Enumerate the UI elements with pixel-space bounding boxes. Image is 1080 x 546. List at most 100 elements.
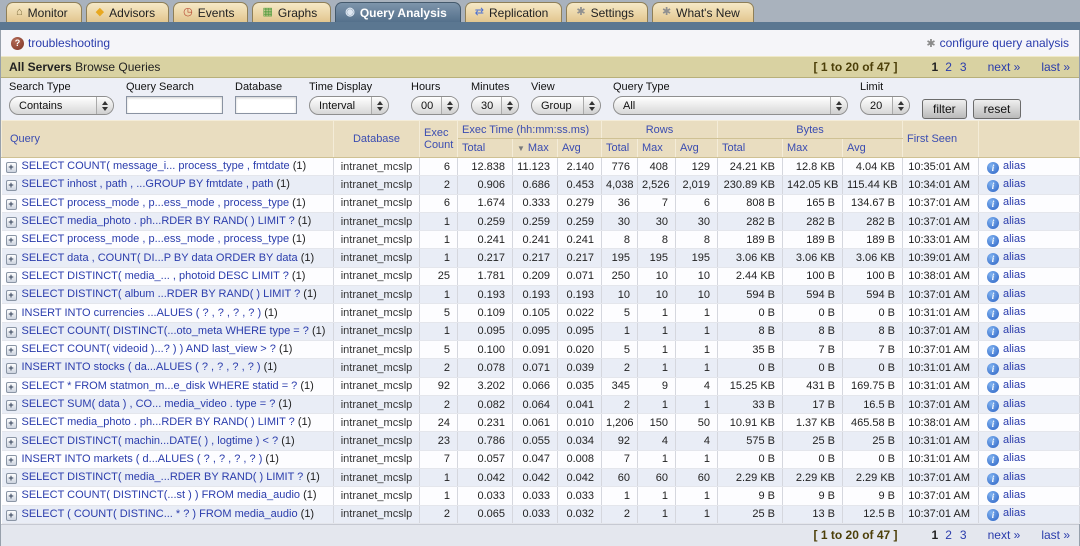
minutes-select[interactable]: 30 (471, 96, 519, 115)
view-select[interactable]: Group (531, 96, 601, 115)
alias-link[interactable]: alias (1003, 398, 1026, 410)
query-link[interactable]: SELECT media_photo . ph...RDER BY RAND( … (22, 215, 295, 227)
query-link[interactable]: SELECT process_mode , p...ess_mode , pro… (22, 197, 290, 209)
troubleshooting-link[interactable]: troubleshooting (28, 36, 110, 50)
tab-advisors[interactable]: ◆Advisors (86, 2, 169, 22)
alias-link[interactable]: alias (1003, 452, 1026, 464)
query-link[interactable]: SELECT media_photo . ph...RDER BY RAND( … (22, 416, 295, 428)
expand-query-button[interactable]: + (6, 510, 17, 521)
query-link[interactable]: SELECT data , COUNT( DI...P BY data ORDE… (22, 252, 298, 264)
expand-query-button[interactable]: + (6, 327, 17, 338)
alias-link[interactable]: alias (1003, 471, 1026, 483)
query-search-input[interactable] (126, 96, 223, 114)
query-link[interactable]: SELECT DISTINCT( machin...DATE( ) , logt… (22, 435, 279, 447)
tab-query-analysis[interactable]: ◉Query Analysis (335, 2, 461, 22)
query-link[interactable]: SELECT * FROM statmon_m...e_disk WHERE s… (22, 380, 298, 392)
alias-link[interactable]: alias (1003, 416, 1026, 428)
query-link[interactable]: INSERT INTO currencies ...ALUES ( ? , ? … (22, 307, 262, 319)
query-type-select[interactable]: All (613, 96, 848, 115)
expand-query-button[interactable]: + (6, 199, 17, 210)
query-link[interactable]: SELECT SUM( data ) , CO... media_video .… (22, 398, 276, 410)
expand-query-button[interactable]: + (6, 382, 17, 393)
next-page-link[interactable]: next » (988, 60, 1021, 74)
query-link[interactable]: SELECT DISTINCT( album ...RDER BY RAND( … (22, 288, 301, 300)
tab-monitor[interactable]: ⌂Monitor (6, 2, 82, 22)
page-link-2[interactable]: 2 (945, 528, 952, 542)
column-header-time-max[interactable]: ▼Max (513, 139, 558, 158)
query-link[interactable]: SELECT DISTINCT( media_...RDER BY RAND( … (22, 471, 304, 483)
alias-link[interactable]: alias (1003, 324, 1026, 336)
column-header-time-total[interactable]: Total (458, 139, 513, 158)
column-header-exec-count[interactable]: Exec Count (420, 121, 458, 158)
alias-link[interactable]: alias (1003, 288, 1026, 300)
query-link[interactable]: SELECT COUNT( videoid )...? ) ) AND last… (22, 343, 276, 355)
alias-link[interactable]: alias (1003, 269, 1026, 281)
expand-query-button[interactable]: + (6, 363, 17, 374)
limit-select[interactable]: 20 (860, 96, 910, 115)
alias-link[interactable]: alias (1003, 361, 1026, 373)
expand-query-button[interactable]: + (6, 473, 17, 484)
column-header-query[interactable]: Query (2, 121, 334, 158)
expand-query-button[interactable]: + (6, 162, 17, 173)
reset-button[interactable]: reset (973, 99, 1022, 119)
query-link[interactable]: INSERT INTO stocks ( da...ALUES ( ? , ? … (22, 361, 261, 373)
alias-link[interactable]: alias (1003, 306, 1026, 318)
query-link[interactable]: SELECT process_mode , p...ess_mode , pro… (22, 233, 290, 245)
expand-query-button[interactable]: + (6, 180, 17, 191)
expand-query-button[interactable]: + (6, 491, 17, 502)
tab-events[interactable]: ◷Events (173, 2, 248, 22)
column-header-bytes-total[interactable]: Total (718, 139, 783, 158)
configure-query-analysis-link[interactable]: configure query analysis (940, 36, 1069, 50)
hours-select[interactable]: 00 (411, 96, 459, 115)
query-link[interactable]: SELECT DISTINCT( media_... , photoid DES… (22, 270, 289, 282)
expand-query-button[interactable]: + (6, 455, 17, 466)
column-header-rows-avg[interactable]: Avg (676, 139, 718, 158)
column-header-database[interactable]: Database (334, 121, 420, 158)
expand-query-button[interactable]: + (6, 254, 17, 265)
expand-query-button[interactable]: + (6, 345, 17, 356)
alias-link[interactable]: alias (1003, 196, 1026, 208)
alias-link[interactable]: alias (1003, 343, 1026, 355)
column-header-first-seen[interactable]: First Seen (903, 121, 979, 158)
expand-query-button[interactable]: + (6, 272, 17, 283)
expand-query-button[interactable]: + (6, 400, 17, 411)
column-header-bytes-avg[interactable]: Avg (843, 139, 903, 158)
expand-query-button[interactable]: + (6, 418, 17, 429)
query-link[interactable]: SELECT ( COUNT( DISTINC... * ? ) FROM me… (22, 508, 298, 520)
next-page-link[interactable]: next » (988, 528, 1021, 542)
tab-what-s-new[interactable]: ✱What's New (652, 2, 754, 22)
column-header-time-avg[interactable]: Avg (558, 139, 602, 158)
expand-query-button[interactable]: + (6, 437, 17, 448)
alias-link[interactable]: alias (1003, 160, 1026, 172)
alias-link[interactable]: alias (1003, 178, 1026, 190)
expand-query-button[interactable]: + (6, 309, 17, 320)
column-header-rows-max[interactable]: Max (638, 139, 676, 158)
alias-link[interactable]: alias (1003, 507, 1026, 519)
query-link[interactable]: SELECT COUNT( DISTINCT(...st ) ) FROM me… (22, 489, 301, 501)
expand-query-button[interactable]: + (6, 217, 17, 228)
search-type-select[interactable]: Contains (9, 96, 114, 115)
page-link-3[interactable]: 3 (960, 528, 967, 542)
alias-link[interactable]: alias (1003, 379, 1026, 391)
alias-link[interactable]: alias (1003, 251, 1026, 263)
alias-link[interactable]: alias (1003, 233, 1026, 245)
expand-query-button[interactable]: + (6, 235, 17, 246)
alias-link[interactable]: alias (1003, 489, 1026, 501)
alias-link[interactable]: alias (1003, 215, 1026, 227)
query-link[interactable]: SELECT COUNT( message_i... process_type … (22, 160, 290, 172)
tab-graphs[interactable]: ▦Graphs (252, 2, 331, 22)
page-link-2[interactable]: 2 (945, 60, 952, 74)
tab-replication[interactable]: ⇄Replication (465, 2, 563, 22)
column-header-rows-total[interactable]: Total (602, 139, 638, 158)
expand-query-button[interactable]: + (6, 290, 17, 301)
last-page-link[interactable]: last » (1041, 528, 1070, 542)
tab-settings[interactable]: ✱Settings (566, 2, 648, 22)
query-link[interactable]: SELECT COUNT( DISTINCT(...oto_meta WHERE… (22, 325, 309, 337)
page-link-3[interactable]: 3 (960, 60, 967, 74)
query-link[interactable]: INSERT INTO markets ( d...ALUES ( ? , ? … (22, 453, 263, 465)
time-display-select[interactable]: Interval (309, 96, 389, 115)
filter-button[interactable]: filter (922, 99, 967, 119)
last-page-link[interactable]: last » (1041, 60, 1070, 74)
database-input[interactable] (235, 96, 297, 114)
query-link[interactable]: SELECT inhost , path , ...GROUP BY fmtda… (22, 178, 274, 190)
